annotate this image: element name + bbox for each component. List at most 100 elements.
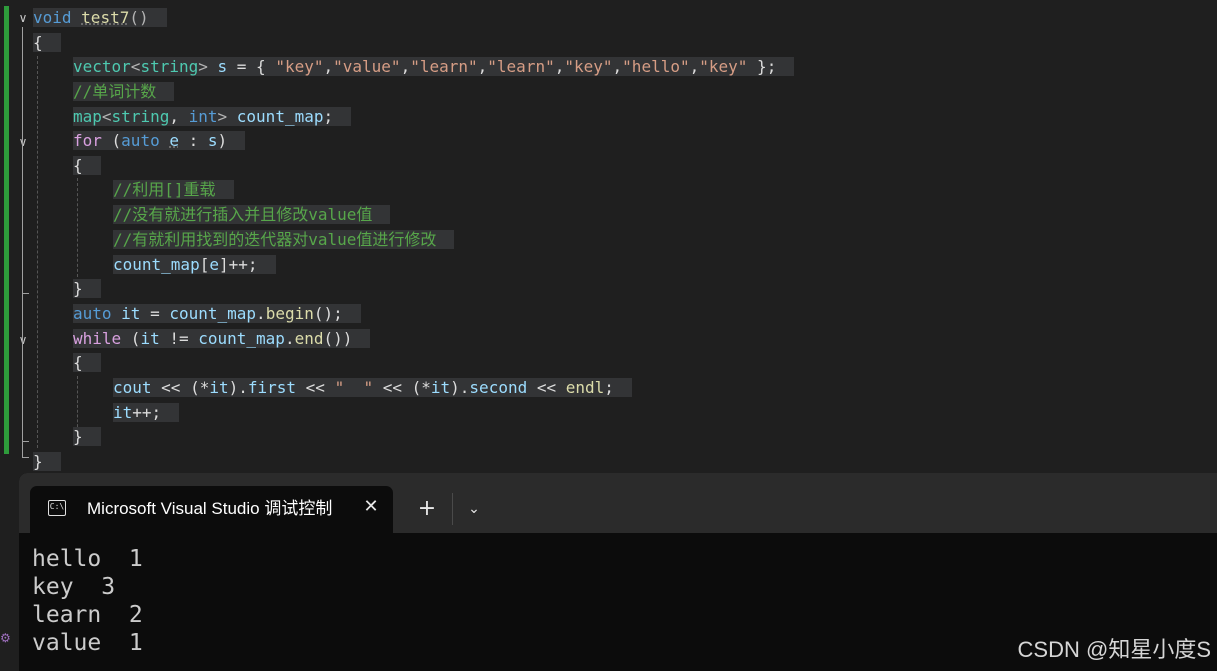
code-token: e xyxy=(169,131,179,150)
code-token: (); xyxy=(313,304,343,323)
change-indicator-bar xyxy=(4,6,9,454)
console-output-line: hello 1 xyxy=(32,546,143,572)
code-token: count_map xyxy=(113,255,200,274)
code-line[interactable]: //利用[]重载 xyxy=(33,178,234,202)
code-token: } xyxy=(33,452,43,471)
code-token: "key" xyxy=(564,57,613,76)
code-token: = { xyxy=(227,57,276,76)
console-tab[interactable]: C:\ Microsoft Visual Studio 调试控制台 ✕ xyxy=(30,486,393,533)
watermark-text: CSDN @知星小度S xyxy=(1017,637,1211,662)
code-token: , xyxy=(612,57,623,76)
selected-code: //单词计数 xyxy=(73,82,175,101)
code-token: , xyxy=(554,57,565,76)
selected-code: { xyxy=(73,156,101,175)
code-line[interactable]: { xyxy=(33,351,101,375)
console-output-line: value 1 xyxy=(32,630,143,656)
code-token: ]++; xyxy=(218,255,258,274)
code-token: string xyxy=(111,107,170,126)
code-token: ( xyxy=(101,131,122,150)
code-token: { xyxy=(73,156,83,175)
code-token: }; xyxy=(747,57,777,76)
code-token: "hello" xyxy=(622,57,690,76)
selected-code: } xyxy=(33,452,61,471)
code-line[interactable]: vector<string> s = { "key","value","lear… xyxy=(33,55,795,79)
code-line[interactable]: count_map[e]++; xyxy=(33,253,276,277)
selected-code: auto it = count_map.begin(); xyxy=(73,304,361,323)
selected-code: cout << (*it).first << " " << (*it).seco… xyxy=(113,378,632,397)
code-line[interactable]: while (it != count_map.end()) xyxy=(33,327,371,351)
code-token: . xyxy=(284,329,295,348)
code-token: cout xyxy=(113,378,152,397)
code-line[interactable]: } xyxy=(33,277,101,301)
code-token: vector xyxy=(73,57,131,76)
code-token: //单词计数 xyxy=(73,82,157,101)
code-token: for xyxy=(73,131,102,150)
code-line[interactable]: } xyxy=(33,450,61,474)
selected-code: //利用[]重载 xyxy=(113,180,234,199)
code-token: } xyxy=(73,279,83,298)
code-line[interactable]: } xyxy=(33,425,101,449)
code-token: : xyxy=(178,131,208,150)
code-token: "key" xyxy=(275,57,324,76)
code-token: e xyxy=(209,255,219,274)
code-token: ; xyxy=(604,378,614,397)
selected-code: count_map[e]++; xyxy=(113,255,276,274)
console-output-line: learn 2 xyxy=(32,602,143,628)
tab-dropdown-chevron-icon[interactable]: ⌄ xyxy=(462,497,486,521)
code-line[interactable]: //单词计数 xyxy=(33,80,175,104)
code-token: , xyxy=(169,107,189,126)
code-line[interactable]: //有就利用找到的迭代器对value值进行修改 xyxy=(33,228,455,252)
code-line[interactable]: auto it = count_map.begin(); xyxy=(33,302,361,326)
code-line[interactable]: cout << (*it).first << " " << (*it).seco… xyxy=(33,376,632,400)
code-token: it xyxy=(113,403,133,422)
code-line[interactable]: { xyxy=(33,31,61,55)
code-token: ) xyxy=(217,131,228,150)
code-token: //没有就进行插入并且修改value值 xyxy=(113,205,373,224)
fold-toggle-icon[interactable]: ∨ xyxy=(16,135,30,149)
code-editor[interactable]: ∨ ∨ ∨ void test7() { vector<string> s = { … xyxy=(0,0,1217,480)
code-token: auto xyxy=(121,131,160,150)
fold-toggle-icon[interactable]: ∨ xyxy=(16,11,30,25)
code-token: "key" xyxy=(699,57,748,76)
close-tab-icon[interactable]: ✕ xyxy=(360,496,382,518)
code-token: , xyxy=(400,57,411,76)
fold-region-end xyxy=(22,293,29,294)
fold-toggle-icon[interactable]: ∨ xyxy=(16,333,30,347)
console-tab-title: Microsoft Visual Studio 调试控制台 xyxy=(87,499,332,518)
code-token: ). xyxy=(228,378,248,397)
terminal-tab-strip: C:\ Microsoft Visual Studio 调试控制台 ✕ + ⌄ xyxy=(19,473,1217,533)
side-panel-icon: ⚙ xyxy=(0,631,10,645)
code-token: map xyxy=(73,107,102,126)
code-token: = xyxy=(140,304,170,323)
code-token: << (* xyxy=(373,378,431,397)
code-token: < xyxy=(130,57,141,76)
selected-code: } xyxy=(73,279,101,298)
code-token: [ xyxy=(199,255,210,274)
code-token: < xyxy=(101,107,112,126)
code-token: string xyxy=(140,57,199,76)
code-token: } xyxy=(73,427,83,446)
code-line[interactable]: //没有就进行插入并且修改value值 xyxy=(33,203,391,227)
code-line[interactable]: { xyxy=(33,154,101,178)
code-line[interactable]: for (auto e : s) xyxy=(33,129,246,153)
code-token: ; xyxy=(323,107,334,126)
code-token: test7 xyxy=(81,8,130,27)
selected-code: //没有就进行插入并且修改value值 xyxy=(113,205,391,224)
code-token: () xyxy=(129,8,149,27)
code-token: > xyxy=(217,107,237,126)
code-token: , xyxy=(323,57,334,76)
code-token: , xyxy=(689,57,700,76)
code-token: //利用[]重载 xyxy=(113,180,216,199)
code-token: ()) xyxy=(323,329,353,348)
new-tab-button[interactable]: + xyxy=(415,497,439,521)
code-line[interactable]: it++; xyxy=(33,401,180,425)
selected-code: while (it != count_map.end()) xyxy=(73,329,371,348)
code-token: " " xyxy=(334,378,374,397)
code-token: { xyxy=(33,33,43,52)
code-token: ). xyxy=(450,378,470,397)
code-line[interactable]: void test7() xyxy=(33,6,167,30)
code-token: "value" xyxy=(333,57,401,76)
code-token: second xyxy=(469,378,528,397)
code-line[interactable]: map<string, int> count_map; xyxy=(33,105,352,129)
